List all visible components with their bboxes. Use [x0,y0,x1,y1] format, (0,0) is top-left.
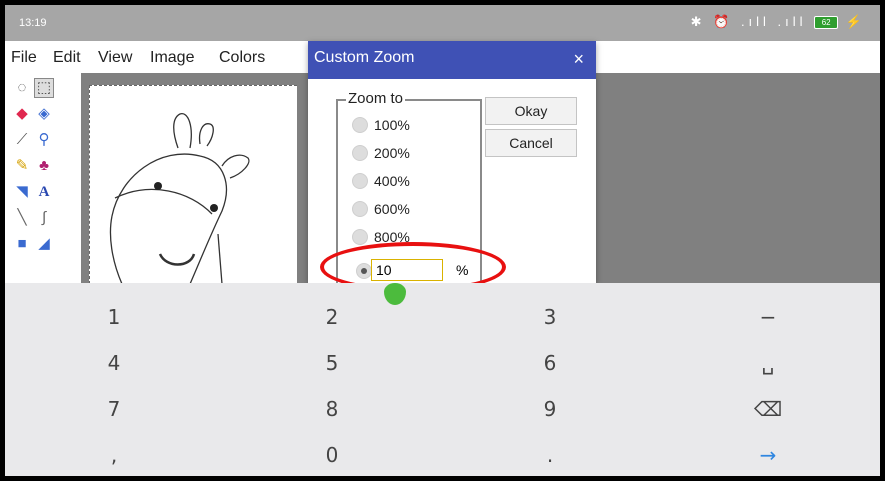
battery-icon: 62 [814,16,839,30]
close-icon[interactable]: × [573,49,584,70]
screen: 13:19 ✱ ⏰ .ıll .ıll 62 ⚡ File Edit View … [5,5,880,476]
key-5[interactable]: 5 [223,340,441,386]
dialog-title-bar: Custom Zoom × [308,41,596,79]
color-picker-icon[interactable]: ⟋ [13,131,31,149]
radio-600[interactable] [352,201,368,217]
giraffe-eye-left [154,182,162,190]
menu-file[interactable]: File [11,49,37,67]
radio-400[interactable] [352,173,368,189]
numeric-keyboard: 1 2 3 − 4 5 6 ␣ 7 8 9 ⌫ , 0 . → [5,283,880,476]
radio-200[interactable] [352,145,368,161]
drawing-canvas[interactable] [89,85,297,285]
radio-100[interactable] [352,117,368,133]
menu-view[interactable]: View [98,49,132,67]
status-bar: 13:19 ✱ ⏰ .ıll .ıll 62 ⚡ [5,5,880,41]
key-6[interactable]: 6 [441,340,659,386]
key-9[interactable]: 9 [441,386,659,432]
signal-icons: ✱ ⏰ .ıll .ıll [690,14,807,29]
key-1[interactable]: 1 [5,294,223,340]
key-minus[interactable]: − [659,294,877,340]
rectangle-icon[interactable]: ■ [13,235,31,253]
toolbox: ◌ ⬚ ◆ ◈ ⟋ ⚲ ✎ ♣ ◥ A ╲ ∫ ■ ◢ [5,73,81,283]
radio-800[interactable] [352,229,368,245]
key-period[interactable]: . [441,432,659,476]
key-0[interactable]: 0 [223,432,441,476]
line-icon[interactable]: ╲ [13,209,31,227]
menu-colors[interactable]: Colors [219,49,265,67]
space-icon[interactable]: ␣ [659,340,877,386]
rect-select-icon[interactable]: ⬚ [34,78,54,98]
magnifier-icon[interactable]: ⚲ [35,131,53,149]
airbrush-icon[interactable]: ◥ [13,183,31,201]
zoom-to-label: Zoom to [346,90,406,107]
backspace-icon[interactable]: ⌫ [659,386,877,432]
charging-icon: ⚡ [845,14,866,29]
key-comma[interactable]: , [5,432,223,476]
giraffe-eye-right [210,204,218,212]
curve-icon[interactable]: ∫ [35,209,53,227]
okay-button[interactable]: Okay [485,97,577,125]
dialog-title: Custom Zoom [314,49,415,66]
cancel-button[interactable]: Cancel [485,129,577,157]
eraser-icon[interactable]: ◆ [13,105,31,123]
fill-bucket-icon[interactable]: ◈ [35,105,53,123]
polygon-icon[interactable]: ◢ [35,235,53,253]
free-select-icon[interactable]: ◌ [13,79,31,97]
menu-edit[interactable]: Edit [53,49,81,67]
pencil-icon[interactable]: ✎ [13,157,31,175]
key-8[interactable]: 8 [223,386,441,432]
status-time: 13:19 [19,17,47,29]
key-3[interactable]: 3 [441,294,659,340]
giraffe-drawing [109,113,250,285]
status-icons: ✱ ⏰ .ıll .ıll 62 ⚡ [691,14,866,30]
brush-icon[interactable]: ♣ [35,157,53,175]
key-2[interactable]: 2 [223,294,441,340]
key-7[interactable]: 7 [5,386,223,432]
menu-image[interactable]: Image [150,49,194,67]
text-tool-icon[interactable]: A [35,183,53,201]
enter-arrow-icon[interactable]: → [659,432,877,476]
key-4[interactable]: 4 [5,340,223,386]
